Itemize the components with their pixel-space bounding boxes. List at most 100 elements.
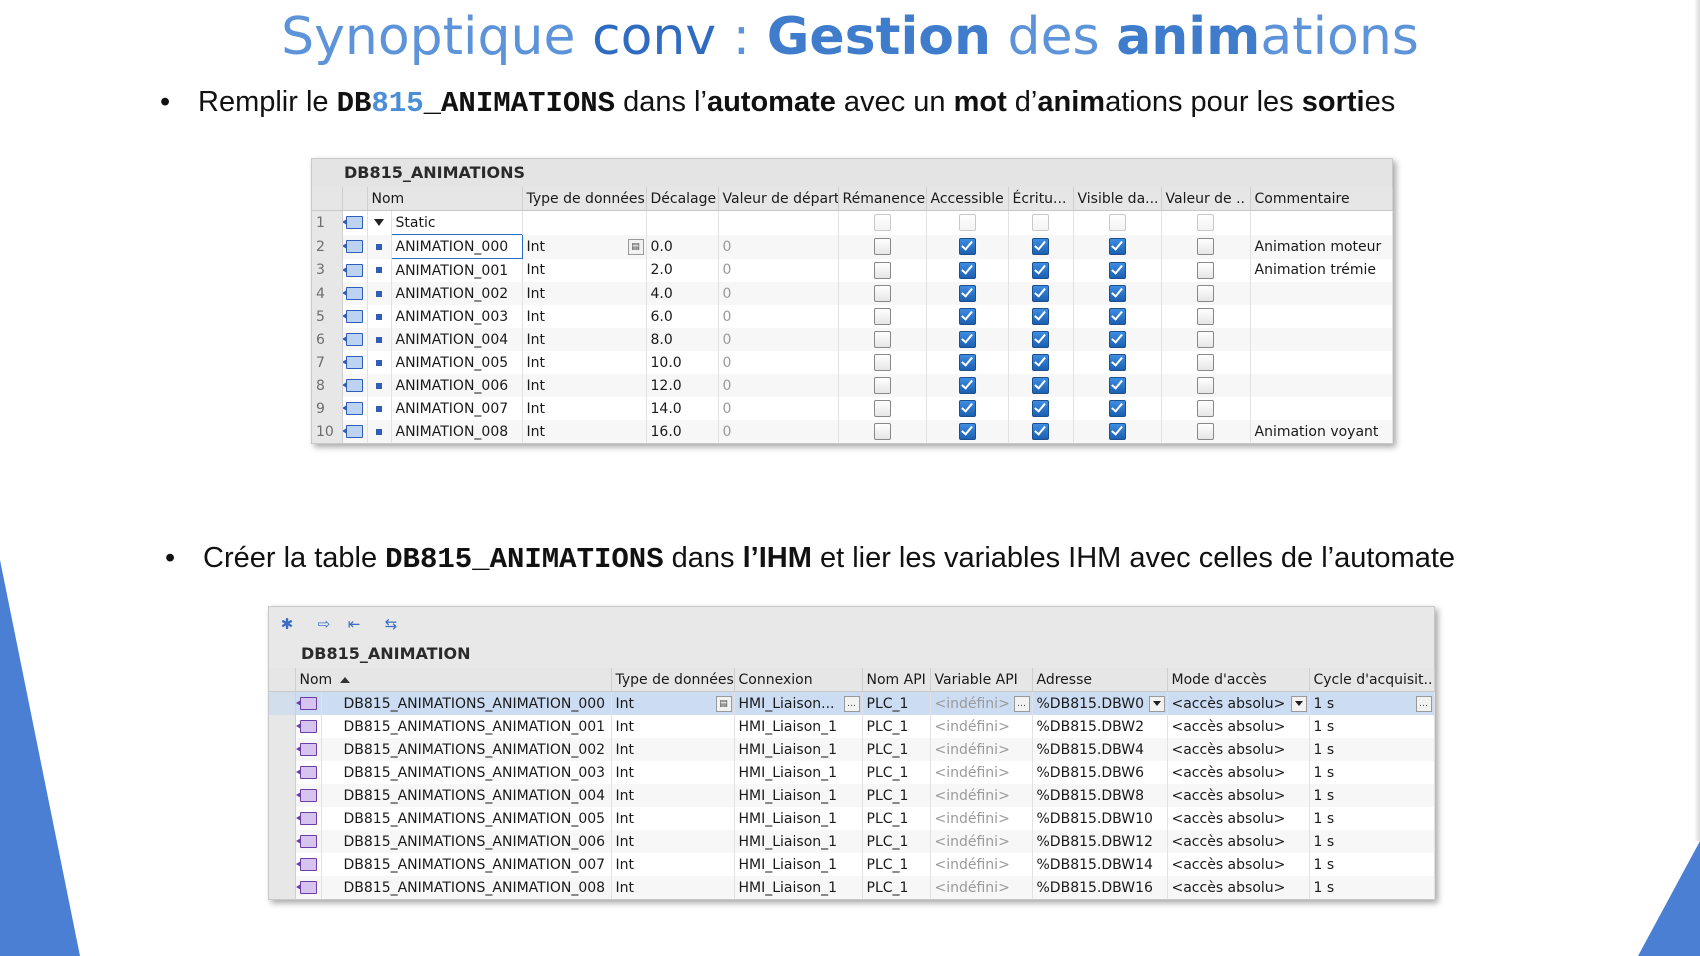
start-value-cell[interactable]: 0 xyxy=(718,351,839,374)
api-cell[interactable]: PLC_1 xyxy=(862,761,931,784)
hmi-header-connexion[interactable]: Connexion xyxy=(734,668,863,692)
adresse-cell[interactable]: %DB815.DBW0 xyxy=(1032,691,1168,715)
valeur-de-checkbox[interactable] xyxy=(1161,420,1251,443)
cycle-cell[interactable]: 1 s… xyxy=(1309,691,1435,715)
hmi-header-adresse[interactable]: Adresse xyxy=(1032,668,1168,692)
hmi-row[interactable]: DB815_ANIMATIONS_ANIMATION_002 Int HMI_L… xyxy=(269,738,1435,761)
start-value-cell[interactable]: 0 xyxy=(718,305,839,328)
visible-checkbox[interactable] xyxy=(1073,351,1162,374)
accessible-checkbox[interactable] xyxy=(926,397,1009,420)
ecriture-checkbox[interactable] xyxy=(1008,374,1074,397)
adresse-cell[interactable]: %DB815.DBW4 xyxy=(1032,738,1168,761)
mode-acces-cell[interactable]: <accès absolu> xyxy=(1167,761,1310,784)
adresse-cell[interactable]: %DB815.DBW16 xyxy=(1032,876,1168,899)
type-cell[interactable]: Int xyxy=(611,876,735,899)
tag-name-cell[interactable]: DB815_ANIMATIONS_ANIMATION_000 xyxy=(321,691,612,715)
type-cell[interactable]: Int xyxy=(522,328,647,351)
link-tags-icon[interactable]: ⇆ xyxy=(381,614,401,634)
plc-row[interactable]: 9 ANIMATION_007 Int 14.0 0 xyxy=(312,397,1393,420)
type-cell[interactable]: Int xyxy=(522,420,647,443)
visible-checkbox[interactable] xyxy=(1073,328,1162,351)
comment-cell[interactable]: Animation moteur xyxy=(1250,234,1393,259)
adresse-dropdown-icon[interactable] xyxy=(1148,695,1165,712)
row-handle[interactable] xyxy=(269,761,296,784)
name-cell[interactable]: ANIMATION_007 xyxy=(391,397,523,420)
accessible-checkbox[interactable] xyxy=(926,210,1009,235)
type-cell[interactable]: Int xyxy=(522,282,647,305)
hmi-row[interactable]: DB815_ANIMATIONS_ANIMATION_001 Int HMI_L… xyxy=(269,715,1435,738)
hmi-row[interactable]: DB815_ANIMATIONS_ANIMATION_005 Int HMI_L… xyxy=(269,807,1435,830)
cycle-cell[interactable]: 1 s xyxy=(1309,830,1435,853)
ecriture-checkbox[interactable] xyxy=(1008,328,1074,351)
plc-row[interactable]: 6 ANIMATION_004 Int 8.0 0 xyxy=(312,328,1393,351)
api-cell[interactable]: PLC_1 xyxy=(862,738,931,761)
valeur-de-checkbox[interactable] xyxy=(1161,282,1251,305)
plc-row[interactable]: 5 ANIMATION_003 Int 6.0 0 xyxy=(312,305,1393,328)
type-cell[interactable]: Int xyxy=(611,807,735,830)
row-handle[interactable] xyxy=(269,876,296,899)
type-cell[interactable]: Int xyxy=(611,761,735,784)
type-cell[interactable]: Int xyxy=(522,397,647,420)
name-cell[interactable]: ANIMATION_003 xyxy=(391,305,523,328)
connexion-cell[interactable]: HMI_Liaison_1 xyxy=(734,784,863,807)
name-cell[interactable]: ANIMATION_005 xyxy=(391,351,523,374)
tag-name-cell[interactable]: DB815_ANIMATIONS_ANIMATION_005 xyxy=(321,807,612,830)
plc-header-visible[interactable]: Visible da... xyxy=(1073,187,1162,211)
hmi-row[interactable]: DB815_ANIMATIONS_ANIMATION_004 Int HMI_L… xyxy=(269,784,1435,807)
remanence-checkbox[interactable] xyxy=(838,351,927,374)
connexion-cell[interactable]: HMI_Liaison...… xyxy=(734,691,863,715)
row-handle[interactable] xyxy=(269,784,296,807)
variable-api-cell[interactable]: <indéfini> xyxy=(930,876,1033,899)
hmi-header-cycle[interactable]: Cycle d'acquisit.. xyxy=(1309,668,1435,692)
remanence-checkbox[interactable] xyxy=(838,234,927,259)
hmi-row[interactable]: DB815_ANIMATIONS_ANIMATION_003 Int HMI_L… xyxy=(269,761,1435,784)
mode-acces-cell[interactable]: <accès absolu> xyxy=(1167,784,1310,807)
sort-ascending-icon[interactable] xyxy=(340,676,351,683)
plc-header-decalage[interactable]: Décalage xyxy=(646,187,719,211)
plc-row[interactable]: 7 ANIMATION_005 Int 10.0 0 xyxy=(312,351,1393,374)
accessible-checkbox[interactable] xyxy=(926,234,1009,259)
ecriture-checkbox[interactable] xyxy=(1008,397,1074,420)
name-cell[interactable]: ANIMATION_000 xyxy=(390,234,523,259)
mode-acces-cell[interactable]: <accès absolu> xyxy=(1167,830,1310,853)
plc-header-commentaire[interactable]: Commentaire xyxy=(1250,187,1393,211)
variable-api-cell[interactable]: <indéfini> xyxy=(930,853,1033,876)
tag-name-cell[interactable]: DB815_ANIMATIONS_ANIMATION_001 xyxy=(321,715,612,738)
api-cell[interactable]: PLC_1 xyxy=(862,876,931,899)
adresse-cell[interactable]: %DB815.DBW6 xyxy=(1032,761,1168,784)
start-value-cell[interactable]: 0 xyxy=(718,374,839,397)
row-handle[interactable] xyxy=(269,738,296,761)
type-picker-icon[interactable]: ▤ xyxy=(715,695,732,712)
mode-acces-cell[interactable]: <accès absolu> xyxy=(1167,738,1310,761)
visible-checkbox[interactable] xyxy=(1073,397,1162,420)
hmi-row[interactable]: DB815_ANIMATIONS_ANIMATION_006 Int HMI_L… xyxy=(269,830,1435,853)
start-value-cell[interactable]: 0 xyxy=(718,258,839,282)
type-cell[interactable]: Int xyxy=(611,715,735,738)
variable-api-cell[interactable]: <indéfini>… xyxy=(930,691,1033,715)
cycle-cell[interactable]: 1 s xyxy=(1309,853,1435,876)
name-cell[interactable]: ANIMATION_001 xyxy=(391,258,523,282)
visible-checkbox[interactable] xyxy=(1073,420,1162,443)
connexion-cell[interactable]: HMI_Liaison_1 xyxy=(734,807,863,830)
plc-row[interactable]: 10 ANIMATION_008 Int 16.0 0 Animation vo… xyxy=(312,420,1393,443)
valeur-de-checkbox[interactable] xyxy=(1161,305,1251,328)
start-value-cell[interactable]: 0 xyxy=(718,234,839,259)
hmi-header-mode-acces[interactable]: Mode d'accès xyxy=(1167,668,1310,692)
hmi-header-nom-api[interactable]: Nom API xyxy=(862,668,931,692)
visible-checkbox[interactable] xyxy=(1073,210,1162,235)
plc-header-valeur-depart[interactable]: Valeur de départ xyxy=(718,187,839,211)
accessible-checkbox[interactable] xyxy=(926,282,1009,305)
accessible-checkbox[interactable] xyxy=(926,420,1009,443)
adresse-cell[interactable]: %DB815.DBW10 xyxy=(1032,807,1168,830)
name-cell[interactable]: ANIMATION_008 xyxy=(391,420,523,443)
accessible-checkbox[interactable] xyxy=(926,305,1009,328)
tag-name-cell[interactable]: DB815_ANIMATIONS_ANIMATION_006 xyxy=(321,830,612,853)
tag-name-cell[interactable]: DB815_ANIMATIONS_ANIMATION_003 xyxy=(321,761,612,784)
start-value-cell[interactable]: 0 xyxy=(718,420,839,443)
plc-header-nom[interactable]: Nom xyxy=(367,187,523,211)
cycle-cell[interactable]: 1 s xyxy=(1309,715,1435,738)
cycle-cell[interactable]: 1 s xyxy=(1309,784,1435,807)
ecriture-checkbox[interactable] xyxy=(1008,305,1074,328)
ecriture-checkbox[interactable] xyxy=(1008,351,1074,374)
variable-browse-icon[interactable]: … xyxy=(1013,695,1030,712)
